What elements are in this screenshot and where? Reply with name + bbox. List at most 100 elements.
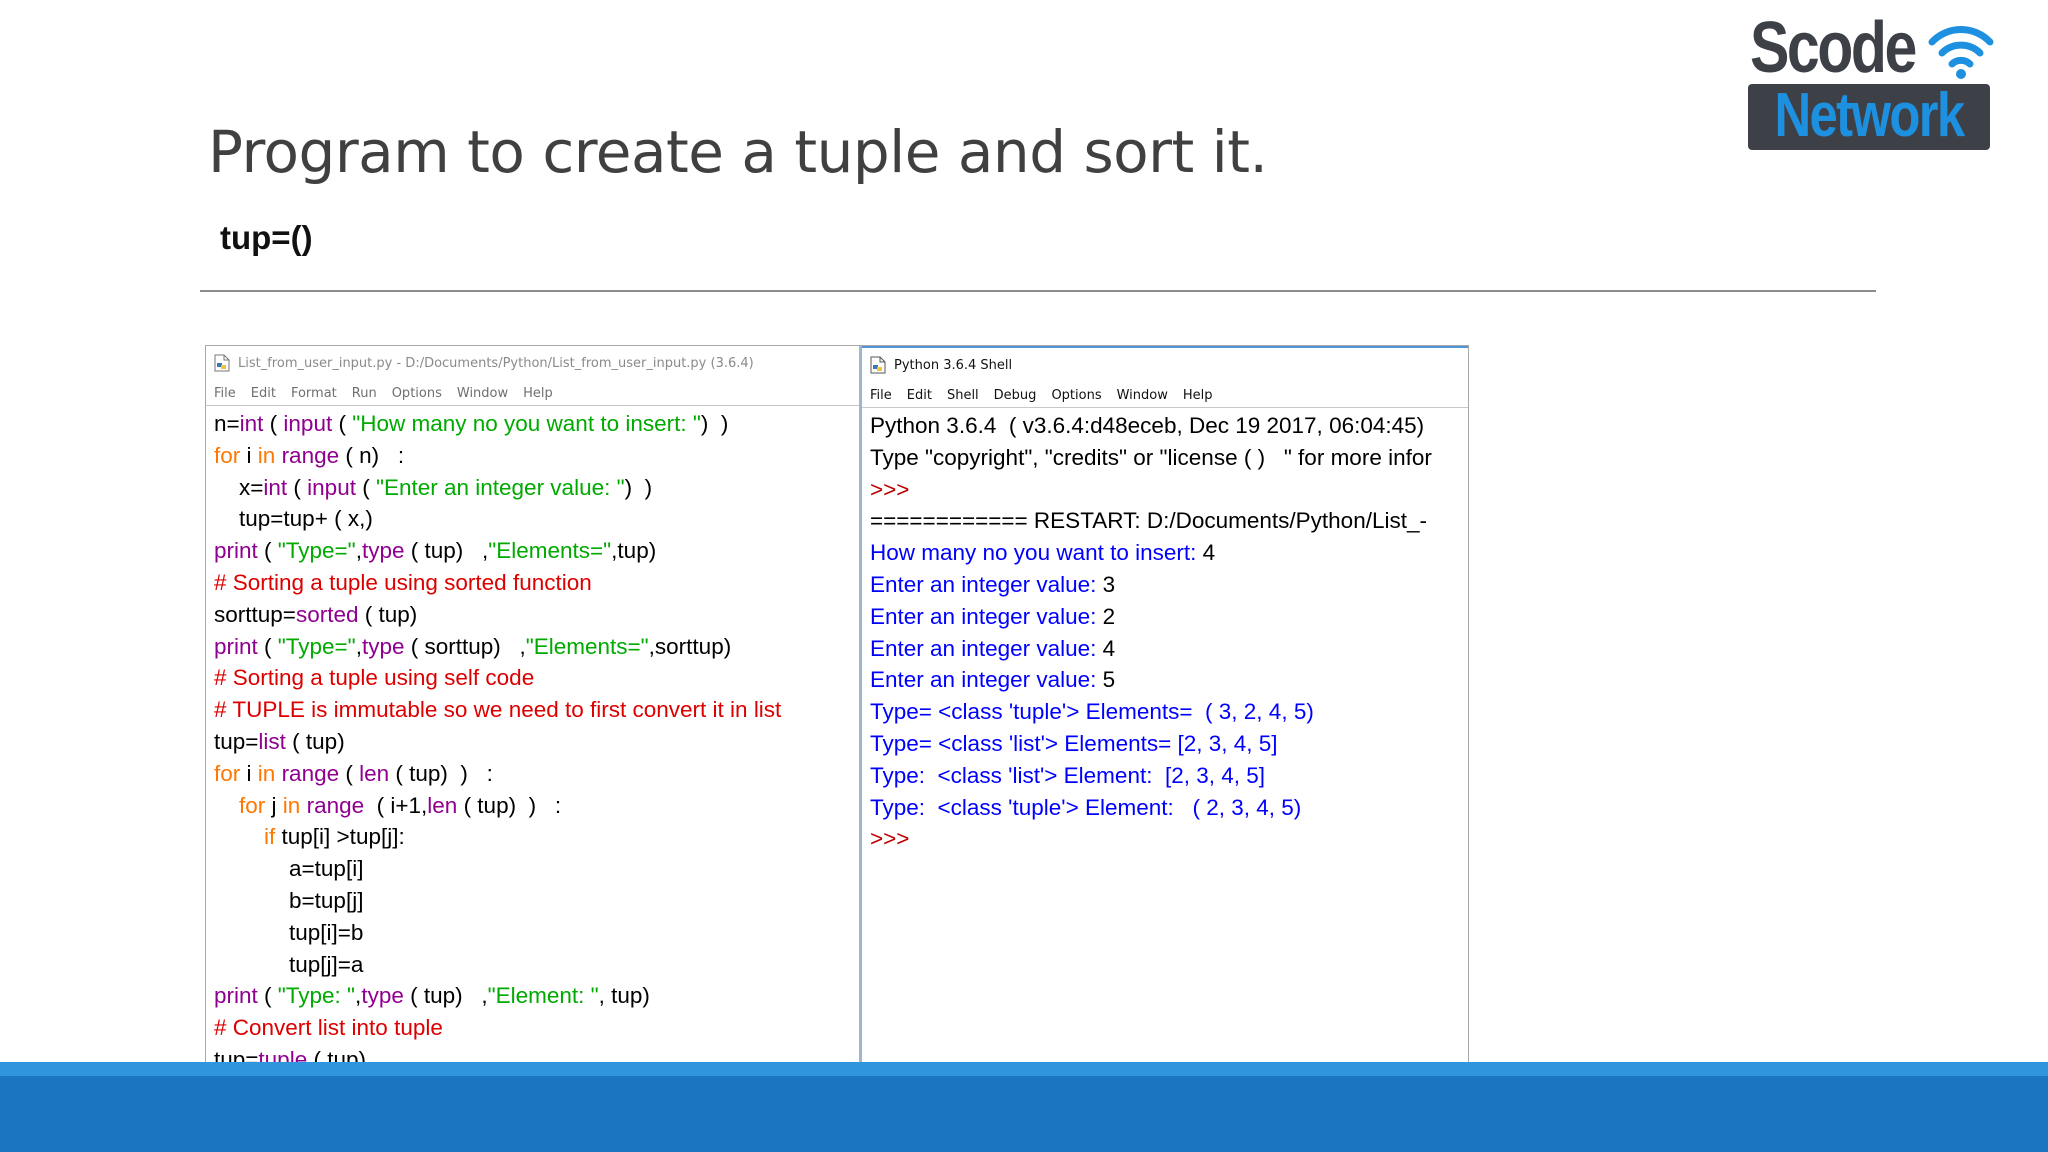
code-token: # Sorting a tuple using self code xyxy=(214,665,535,691)
code-token: range xyxy=(281,442,340,468)
code-line: x=int ( input ( "Enter an integer value:… xyxy=(214,472,859,504)
code-token: type xyxy=(361,633,405,659)
editor-menu-run[interactable]: Run xyxy=(352,386,377,401)
code-token: How many no you want to insert: xyxy=(870,540,1203,566)
code-token: "Type=" xyxy=(277,538,356,564)
shell-line: ============ RESTART: D:/Documents/Pytho… xyxy=(870,505,1468,537)
shell-line: Type "copyright", "credits" or "license … xyxy=(870,442,1468,474)
code-token: 4 xyxy=(1202,540,1216,566)
code-token: sorted xyxy=(295,601,359,627)
slide-title: Program to create a tuple and sort it. xyxy=(208,118,1268,186)
code-token: "How many no you want to insert: " xyxy=(352,411,701,436)
code-token: for xyxy=(214,442,241,468)
code-token: Enter an integer value: xyxy=(870,635,1103,661)
code-token: list xyxy=(258,728,286,754)
code-token: ( tup) xyxy=(358,601,418,627)
code-line: print ( "Type: ",type ( tup) ,"Element: … xyxy=(214,980,859,1012)
code-token: 2 xyxy=(1102,603,1116,629)
code-token: ( tup) ) : xyxy=(457,792,562,818)
editor-menu-edit[interactable]: Edit xyxy=(251,386,276,401)
slide-subtitle: tup=() xyxy=(220,219,313,256)
editor-code-area[interactable]: n=int ( input ( "How many no you want to… xyxy=(214,408,859,1108)
shell-output-area[interactable]: Python 3.6.4 ( v3.6.4:d48eceb, Dec 19 20… xyxy=(870,410,1468,855)
code-token: ( xyxy=(332,411,353,436)
code-token: >>> xyxy=(870,476,916,502)
code-token: range xyxy=(306,792,365,818)
code-token: a=tup[i] xyxy=(214,856,364,882)
shell-menubar: File Edit Shell Debug Options Window Help xyxy=(862,384,1468,408)
code-line: for j in range ( i+1,len ( tup) ) : xyxy=(214,790,859,822)
code-token: "Type: " xyxy=(277,983,356,1009)
code-token: "Type=" xyxy=(277,633,356,659)
shell-menu-debug[interactable]: Debug xyxy=(994,388,1037,403)
shell-line: Python 3.6.4 ( v3.6.4:d48eceb, Dec 19 20… xyxy=(870,410,1468,442)
code-line: # Sorting a tuple using sorted function xyxy=(214,567,859,599)
editor-menubar: File Edit Format Run Options Window Help xyxy=(206,382,859,406)
code-token: tup= xyxy=(214,728,259,754)
editor-menu-help[interactable]: Help xyxy=(523,386,553,401)
code-token: print xyxy=(214,538,258,564)
code-token: i xyxy=(240,760,258,786)
code-token: int xyxy=(263,474,288,500)
code-token: "Enter an integer value: " xyxy=(375,474,625,500)
shell-line: Enter an integer value: 4 xyxy=(870,633,1468,665)
code-token: ( sorttup) , xyxy=(404,633,526,659)
code-token: Enter an integer value: xyxy=(870,571,1103,597)
code-token: ,tup) xyxy=(611,538,657,564)
code-token: in xyxy=(282,792,301,818)
editor-menu-format[interactable]: Format xyxy=(291,386,337,401)
shell-menu-options[interactable]: Options xyxy=(1051,388,1101,403)
code-token: ( xyxy=(263,411,284,436)
shell-line: Type: <class 'tuple'> Element: ( 2, 3, 4… xyxy=(870,792,1468,824)
code-token: ) ) xyxy=(700,411,729,436)
code-token: j xyxy=(265,792,283,818)
code-token: for xyxy=(239,792,266,818)
shell-menu-help[interactable]: Help xyxy=(1183,388,1213,403)
code-token: "Elements=" xyxy=(525,633,649,659)
code-line: print ( "Type=",type ( sorttup) ,"Elemen… xyxy=(214,631,859,663)
code-token: type xyxy=(361,983,404,1009)
editor-menu-window[interactable]: Window xyxy=(457,386,508,401)
editor-title: List_from_user_input.py - D:/Documents/P… xyxy=(238,355,754,371)
shell-line: Enter an integer value: 3 xyxy=(870,569,1468,601)
code-token: ) ) xyxy=(624,474,653,500)
code-token: # TUPLE is immutable so we need to first… xyxy=(214,697,782,723)
shell-line: Type: <class 'list'> Element: [2, 3, 4, … xyxy=(870,760,1468,792)
shell-line: Enter an integer value: 5 xyxy=(870,664,1468,696)
shell-titlebar[interactable]: Python 3.6.4 Shell xyxy=(862,348,1468,382)
code-token: "Elements=" xyxy=(488,538,612,564)
editor-menu-options[interactable]: Options xyxy=(392,386,442,401)
code-line: b=tup[j] xyxy=(214,885,859,917)
code-token: ( tup) , xyxy=(404,538,489,564)
logo-text-network: Network xyxy=(1774,81,1965,150)
logo-text-scode: Scode xyxy=(1750,8,1917,88)
shell-menu-file[interactable]: File xyxy=(870,388,892,403)
code-token: Type: <class 'tuple'> Element: ( 2, 3, 4… xyxy=(870,794,1302,820)
code-line: a=tup[i] xyxy=(214,853,859,885)
code-token: ( tup) xyxy=(285,728,345,754)
code-token: ( xyxy=(257,538,278,564)
code-token: ,sorttup) xyxy=(648,633,732,659)
code-token: in xyxy=(257,760,276,786)
code-token: ( xyxy=(355,474,376,500)
shell-menu-shell[interactable]: Shell xyxy=(947,388,979,403)
code-token: ( xyxy=(257,633,278,659)
code-line: tup=list ( tup) xyxy=(214,726,859,758)
code-token: , tup) xyxy=(598,983,650,1009)
code-token: int xyxy=(239,411,264,436)
shell-menu-edit[interactable]: Edit xyxy=(907,388,932,403)
shell-line: >>> xyxy=(870,823,1468,855)
code-line: n=int ( input ( "How many no you want to… xyxy=(214,408,859,440)
scode-network-logo: Scode Network xyxy=(1744,10,1996,150)
code-token: Type= <class 'tuple'> Elements= ( 3, 2, … xyxy=(870,699,1314,725)
shell-menu-window[interactable]: Window xyxy=(1117,388,1168,403)
code-line: # Convert list into tuple xyxy=(214,1012,859,1044)
editor-titlebar[interactable]: List_from_user_input.py - D:/Documents/P… xyxy=(206,346,859,380)
shell-line: Enter an integer value: 2 xyxy=(870,601,1468,633)
code-token: input xyxy=(283,411,333,436)
editor-menu-file[interactable]: File xyxy=(214,386,236,401)
code-token: ( i+1, xyxy=(364,792,428,818)
code-token: Type "copyright", "credits" or "license … xyxy=(870,444,1432,470)
code-line: for i in range ( n) : xyxy=(214,440,859,472)
code-line: # Sorting a tuple using self code xyxy=(214,662,859,694)
